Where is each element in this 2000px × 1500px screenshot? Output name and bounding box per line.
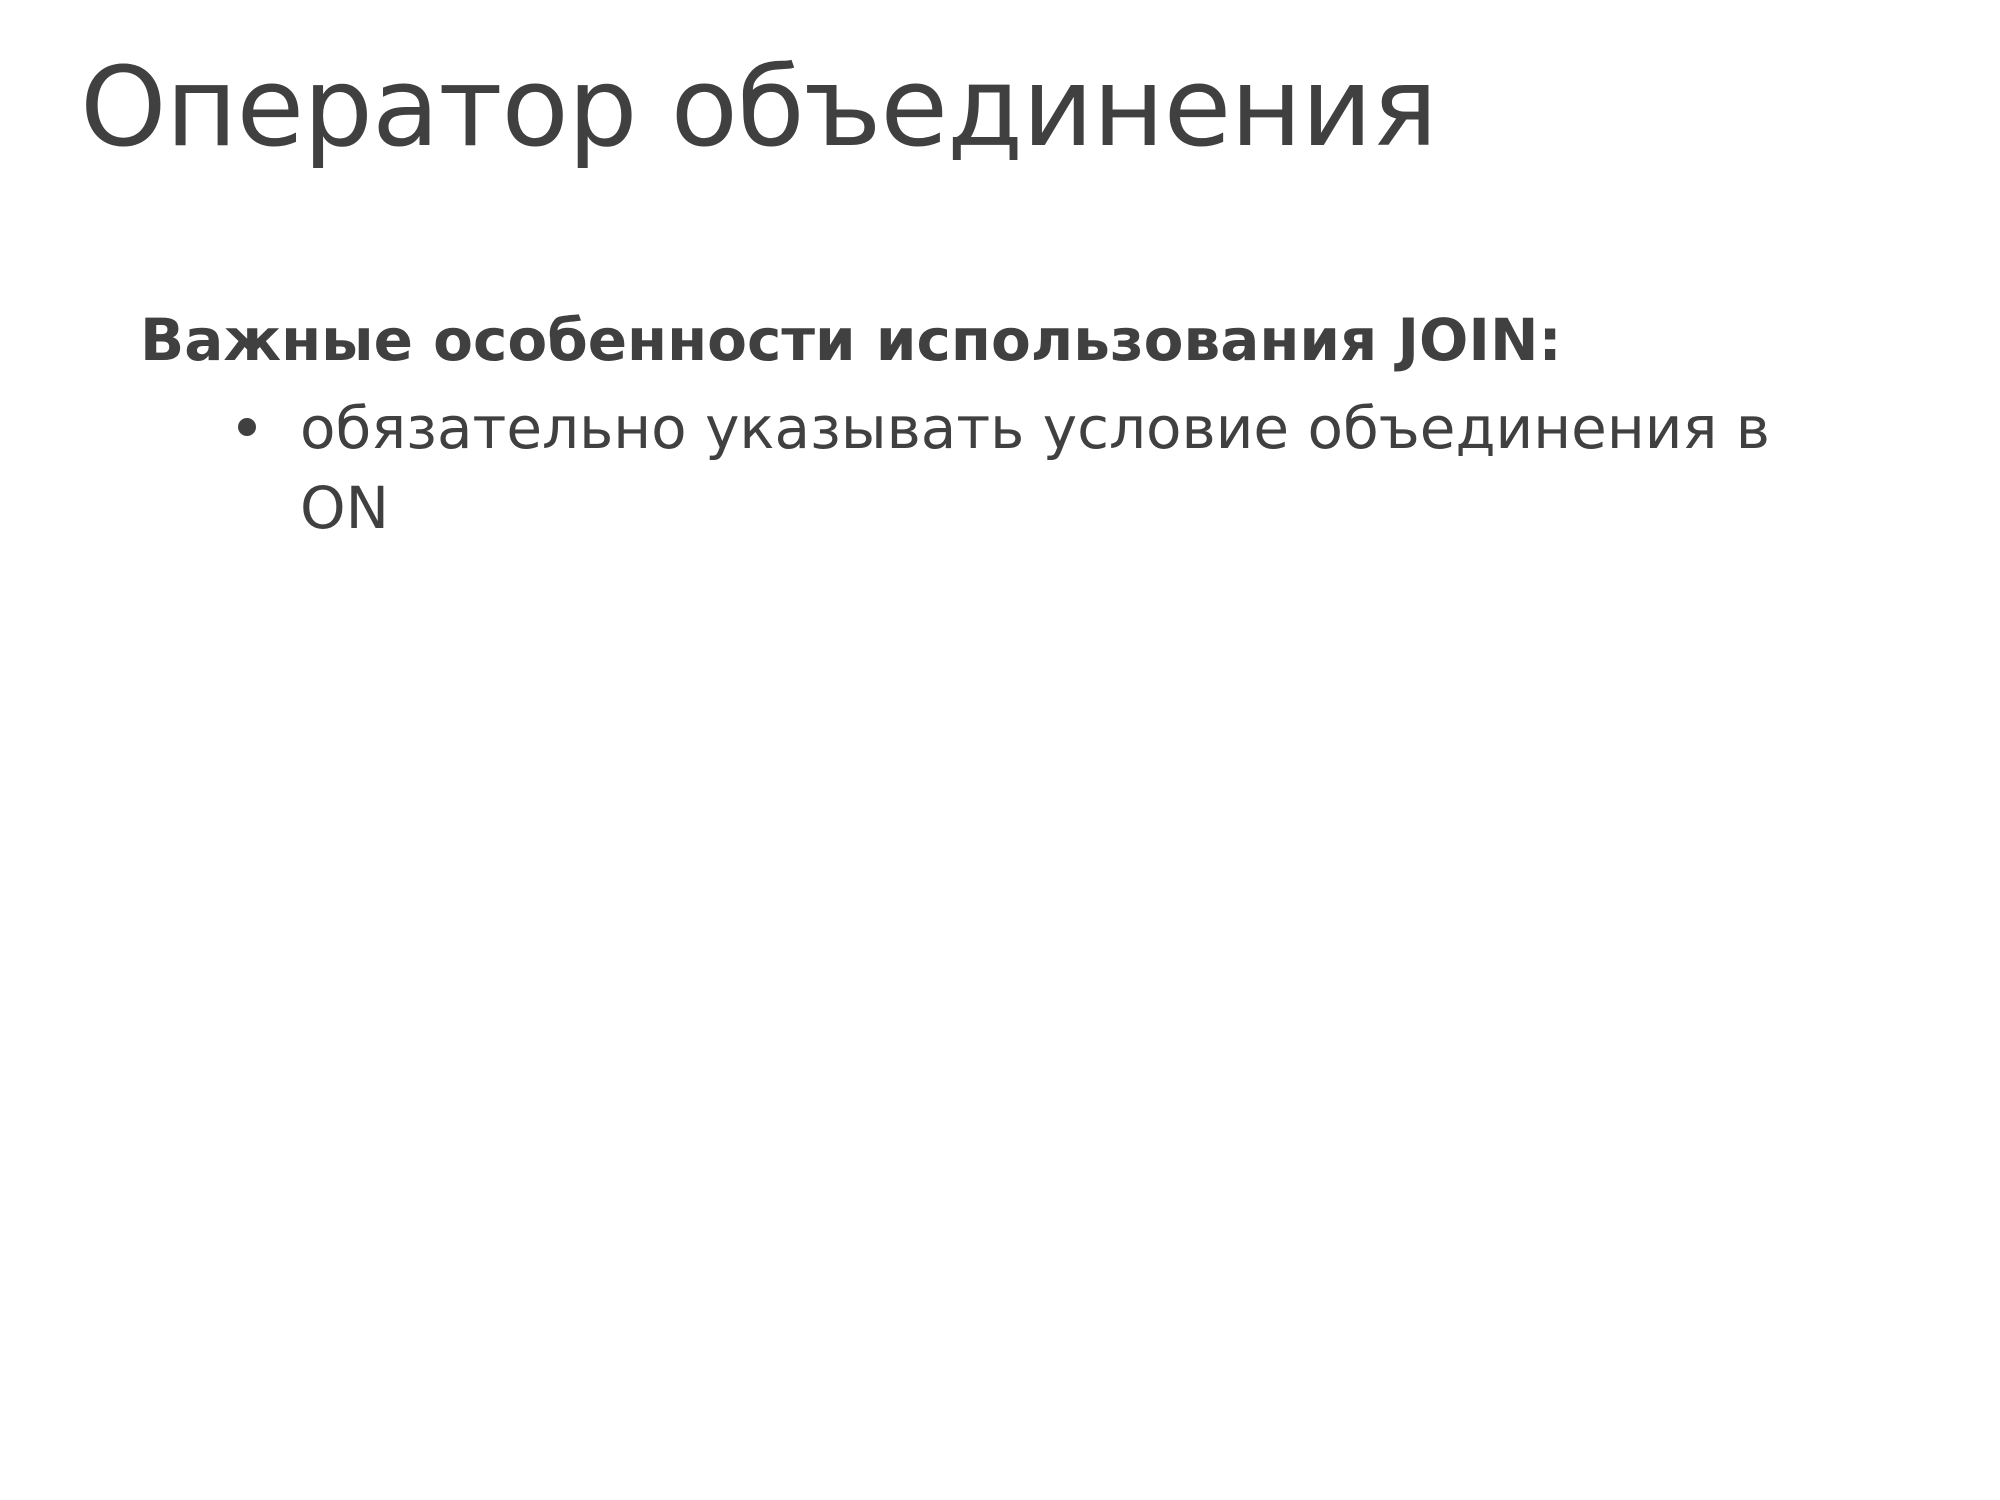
slide-content: Важные особенности использования JOIN: о… xyxy=(140,300,1900,548)
bullet-text: обязательно указывать условие объединени… xyxy=(300,394,1770,542)
list-item: обязательно указывать условие объединени… xyxy=(140,388,1840,548)
bullet-list: обязательно указывать условие объединени… xyxy=(140,388,1900,548)
slide-title: Оператор объединения xyxy=(80,43,1438,171)
bullet-dot-icon xyxy=(238,418,256,436)
slide: Оператор объединения Важные особенности … xyxy=(0,0,2000,1500)
lead-text: Важные особенности использования JOIN: xyxy=(140,306,1562,374)
